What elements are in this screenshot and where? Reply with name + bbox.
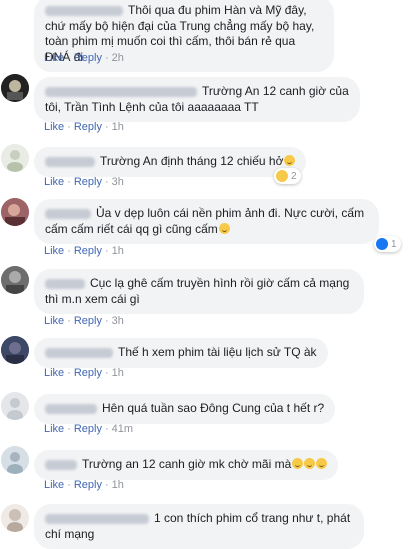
comment-text: Trường an 12 canh giờ mk chờ mãi mà: [82, 457, 292, 471]
comment-time[interactable]: 41m: [112, 423, 133, 435]
comment-bubble: Hên quá tuần sao Đông Cung của t hết r?: [34, 394, 336, 424]
comment-actions: Like · Reply · 1h: [44, 245, 124, 257]
avatar[interactable]: [1, 504, 29, 532]
avatar[interactable]: [1, 74, 29, 102]
reply-link[interactable]: Reply: [74, 367, 102, 379]
commenter-name-blurred[interactable]: [45, 403, 97, 414]
comment-actions: Like · Reply · 1h: [44, 367, 124, 379]
comment-actions: Like · Reply · 1h: [44, 479, 124, 491]
reply-link[interactable]: Reply: [74, 423, 102, 435]
reaction-summary[interactable]: 1: [374, 236, 401, 252]
commenter-name-blurred[interactable]: [45, 86, 197, 97]
comment-text: Hên quá tuần sao Đông Cung của t hết r?: [102, 401, 325, 415]
sweat-smile-emoji-icon: [218, 222, 230, 234]
like-link[interactable]: Like: [44, 52, 64, 64]
avatar[interactable]: [1, 198, 29, 226]
comment-actions: Like · Reply · 3h: [44, 176, 124, 188]
comment-time[interactable]: 1h: [112, 367, 124, 379]
like-link[interactable]: Like: [44, 423, 64, 435]
reply-link[interactable]: Reply: [74, 479, 102, 491]
reply-link[interactable]: Reply: [74, 52, 102, 64]
comment-text: Thế h xem phim tài liệu lịch sử TQ àk: [118, 345, 317, 359]
comment-text: Ủa v dẹp luôn cái nền phim ảnh đi. Nực c…: [45, 206, 365, 236]
avatar[interactable]: [1, 144, 29, 172]
reply-link[interactable]: Reply: [74, 176, 102, 188]
like-link[interactable]: Like: [44, 367, 64, 379]
grin-emoji-icon: [284, 155, 296, 166]
avatar[interactable]: [1, 336, 29, 364]
reaction-count: 2: [291, 170, 297, 182]
like-reaction-icon: [376, 238, 388, 250]
comment-time[interactable]: 1h: [112, 479, 124, 491]
grin-emoji-icon: [316, 458, 328, 469]
grin-emoji-icon: [304, 458, 316, 469]
comment-time[interactable]: 3h: [112, 315, 124, 327]
comment-time[interactable]: 1h: [112, 121, 124, 133]
reply-link[interactable]: Reply: [74, 121, 102, 133]
reaction-summary[interactable]: 2: [274, 168, 301, 184]
commenter-name-blurred[interactable]: [45, 347, 113, 358]
reply-link[interactable]: Reply: [74, 315, 102, 327]
avatar[interactable]: [1, 392, 29, 420]
commenter-name-blurred[interactable]: [45, 156, 95, 167]
comment-actions: Like · Reply · 3h: [44, 315, 124, 327]
like-link[interactable]: Like: [44, 176, 64, 188]
like-link[interactable]: Like: [44, 245, 64, 257]
comment-bubble: Trường An định tháng 12 chiếu hở: [34, 147, 307, 177]
like-link[interactable]: Like: [44, 121, 64, 133]
reaction-count: 1: [391, 238, 397, 250]
comment-bubble: Trường an 12 canh giờ mk chờ mãi mà: [34, 450, 339, 480]
avatar[interactable]: [1, 446, 29, 474]
sad-reaction-icon: [276, 170, 288, 182]
like-link[interactable]: Like: [44, 479, 64, 491]
commenter-name-blurred[interactable]: [45, 278, 85, 289]
avatar[interactable]: [1, 266, 29, 294]
grin-emoji-icon: [292, 458, 304, 469]
commenter-name-blurred[interactable]: [45, 5, 123, 16]
comment-time[interactable]: 3h: [112, 176, 124, 188]
comment-bubble: Thế h xem phim tài liệu lịch sử TQ àk: [34, 338, 328, 368]
commenter-name-blurred[interactable]: [45, 459, 77, 470]
comment-bubble: Ủa v dẹp luôn cái nền phim ảnh đi. Nực c…: [34, 199, 379, 244]
reply-link[interactable]: Reply: [74, 245, 102, 257]
comment-time[interactable]: 2h: [112, 52, 124, 64]
commenter-name-blurred[interactable]: [45, 208, 91, 219]
commenter-name-blurred[interactable]: [45, 513, 149, 524]
comment-time[interactable]: 1h: [112, 245, 124, 257]
comment-text: Cục lạ ghê cấm truyền hình rồi giờ cấm c…: [45, 276, 350, 306]
comment-actions: Like · Reply · 2h: [44, 52, 124, 64]
comment-bubble: Trường An 12 canh giờ của tôi, Trần Tình…: [34, 77, 360, 122]
comment-actions: Like · Reply · 41m: [44, 423, 134, 435]
comment-bubble: Cục lạ ghê cấm truyền hình rồi giờ cấm c…: [34, 269, 364, 314]
comment-actions: Like · Reply · 1h: [44, 121, 124, 133]
comment-bubble: 1 con thích phim cổ trang như t, phát ch…: [34, 504, 364, 549]
like-link[interactable]: Like: [44, 315, 64, 327]
comment-text: Trường An định tháng 12 chiếu hở: [100, 154, 284, 168]
